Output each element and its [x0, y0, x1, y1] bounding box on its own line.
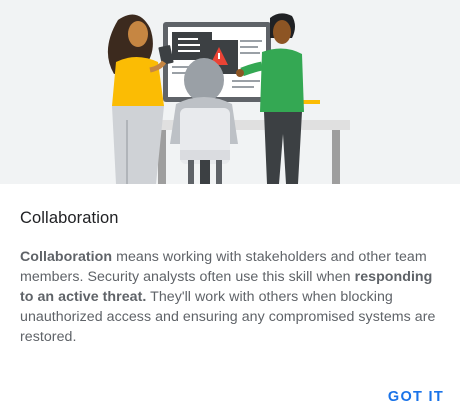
dialog-body: Collaboration means working with stakeho…: [20, 247, 444, 347]
hero-illustration: [0, 0, 460, 184]
term-highlight: Collaboration: [20, 249, 113, 265]
dialog-title: Collaboration: [20, 209, 119, 227]
got-it-button[interactable]: GOT IT: [388, 389, 444, 405]
info-dialog: Collaboration Collaboration means workin…: [0, 0, 460, 415]
team-collaboration-illustration: [0, 0, 460, 184]
